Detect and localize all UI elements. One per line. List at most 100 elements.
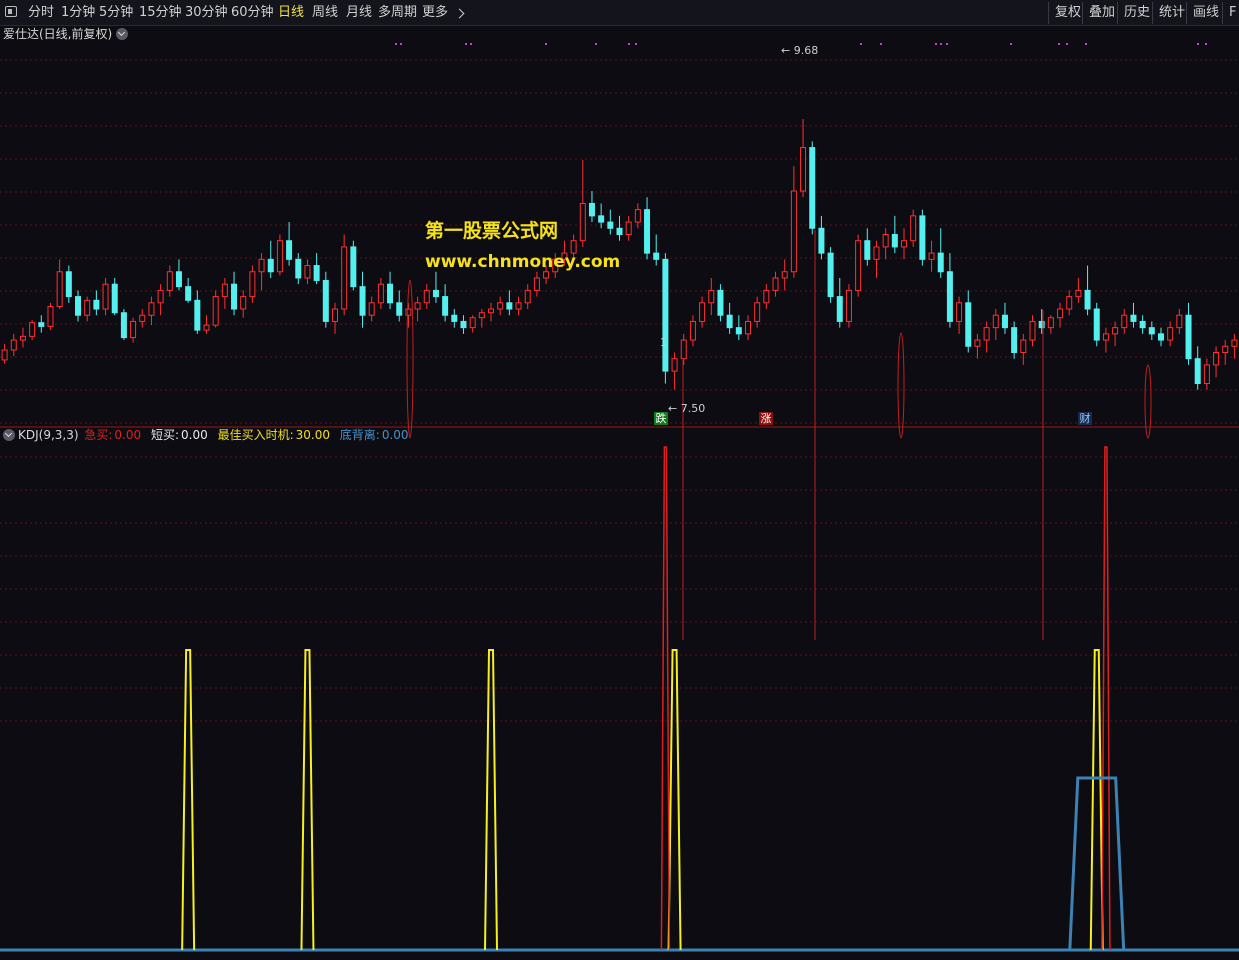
legend-value-0: 0.00 bbox=[114, 428, 142, 442]
candle-body bbox=[451, 314, 458, 322]
candle-body bbox=[130, 320, 137, 339]
candle-body bbox=[1112, 327, 1119, 335]
candle-body bbox=[432, 289, 439, 298]
blue-plateau bbox=[1068, 776, 1126, 951]
candle-body bbox=[47, 306, 54, 327]
candle-body bbox=[423, 289, 430, 304]
candle-body bbox=[368, 302, 375, 316]
down-marker[interactable]: 跌 bbox=[654, 412, 668, 425]
candle-body bbox=[111, 283, 118, 314]
candle-body bbox=[662, 258, 669, 372]
candle-body bbox=[533, 277, 540, 291]
candle-body bbox=[488, 308, 495, 314]
candle-body bbox=[249, 271, 256, 298]
signal-dot bbox=[545, 43, 547, 45]
indicator-legend: KDJ(9,3,3) 急买: 0.00 短买: 0.00 最佳买入时机: 30.00 … bbox=[0, 427, 417, 443]
indicator-name: KDJ(9,3,3) bbox=[18, 428, 79, 442]
candle-body bbox=[469, 317, 476, 329]
candle-body bbox=[1185, 314, 1192, 360]
candle-body bbox=[157, 289, 164, 304]
candle-body bbox=[772, 277, 779, 291]
candle-body bbox=[387, 283, 394, 304]
yellow-signal bbox=[667, 649, 682, 951]
candle-body bbox=[717, 289, 724, 316]
candle-body bbox=[1213, 351, 1220, 366]
candle-body bbox=[616, 227, 623, 236]
candle-body bbox=[1139, 320, 1146, 329]
candle-body bbox=[396, 302, 403, 316]
candle-body bbox=[1130, 314, 1137, 322]
candle-body bbox=[671, 358, 678, 372]
candle-body bbox=[304, 265, 311, 279]
candle-body bbox=[29, 322, 36, 337]
candle-body bbox=[313, 265, 320, 281]
candle-body bbox=[855, 240, 862, 291]
candle-body bbox=[754, 302, 761, 322]
signal-dot bbox=[1058, 43, 1060, 45]
candle-body bbox=[442, 296, 449, 316]
signal-dot bbox=[628, 43, 630, 45]
candle-body bbox=[102, 283, 109, 310]
candle-body bbox=[974, 339, 981, 347]
legend-label-1: 短买: bbox=[150, 428, 180, 442]
candle-body bbox=[276, 240, 283, 273]
candle-body bbox=[350, 246, 357, 288]
signal-dot bbox=[465, 43, 467, 45]
signal-dot bbox=[880, 43, 882, 45]
candle-body bbox=[625, 221, 632, 235]
candle-body bbox=[937, 252, 944, 273]
low-price-value: 7.50 bbox=[680, 402, 706, 415]
candle-body bbox=[827, 252, 834, 298]
yellow-signal bbox=[300, 649, 315, 951]
candle-body bbox=[231, 283, 238, 310]
candle-body bbox=[75, 296, 82, 316]
candle-body bbox=[148, 302, 155, 316]
candle-body bbox=[212, 296, 219, 326]
candle-body bbox=[781, 271, 788, 279]
cai-marker[interactable]: 财 bbox=[1078, 412, 1092, 425]
candle-body bbox=[864, 240, 871, 260]
candle-body bbox=[19, 335, 26, 341]
candle-body bbox=[680, 339, 687, 360]
candle-body bbox=[175, 271, 182, 288]
candle-body bbox=[1075, 289, 1082, 298]
candle-body bbox=[194, 299, 201, 331]
up-marker[interactable]: 涨 bbox=[759, 412, 773, 425]
candle-body bbox=[726, 314, 733, 329]
candle-body bbox=[478, 312, 485, 319]
signal-dot bbox=[1085, 43, 1087, 45]
candle-body bbox=[845, 289, 852, 322]
candle-body bbox=[1148, 327, 1155, 335]
candle-body bbox=[1167, 327, 1174, 341]
candle-body bbox=[258, 258, 265, 273]
candle-body bbox=[515, 302, 522, 310]
yellow-signal bbox=[181, 649, 196, 951]
candle-body bbox=[84, 299, 91, 316]
candle-body bbox=[1001, 314, 1008, 329]
candle-body bbox=[497, 302, 504, 310]
signal-dot bbox=[395, 43, 397, 45]
candle-body bbox=[809, 147, 816, 229]
signal-dot bbox=[860, 43, 862, 45]
candle-body bbox=[992, 314, 999, 329]
candle-body bbox=[653, 252, 660, 260]
candle-body bbox=[56, 271, 63, 308]
candle-body bbox=[901, 240, 908, 248]
legend-value-1: 0.00 bbox=[181, 428, 208, 442]
candle-body bbox=[240, 296, 247, 310]
candle-body bbox=[1121, 314, 1128, 329]
red-spike bbox=[660, 446, 671, 951]
legend-label-0: 急买: bbox=[84, 428, 113, 442]
candle-body bbox=[689, 320, 696, 341]
legend-value-3: 0.00 bbox=[381, 428, 409, 442]
indicator-menu-icon[interactable] bbox=[3, 429, 15, 441]
candle-body bbox=[1047, 317, 1054, 329]
signal-dot bbox=[1010, 43, 1012, 45]
candle-body bbox=[983, 327, 990, 341]
signal-dot bbox=[1205, 43, 1207, 45]
candle-body bbox=[414, 302, 421, 310]
signal-dot bbox=[935, 43, 937, 45]
candle-body bbox=[790, 190, 797, 273]
candle-body bbox=[735, 327, 742, 335]
candle-body bbox=[377, 283, 384, 304]
